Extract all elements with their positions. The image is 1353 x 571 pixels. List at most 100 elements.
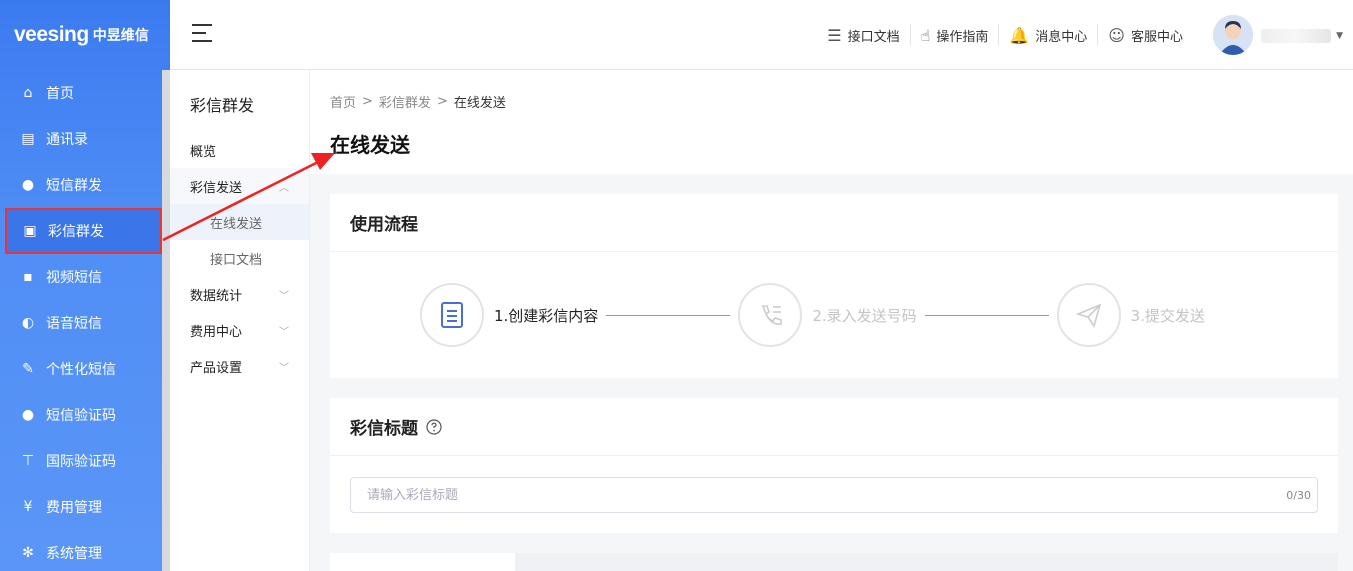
flow-card: 使用流程 1.创建彩信内容 2.录入发送号码 3.提交发送 (330, 194, 1338, 378)
sidebar-item-label: 彩信群发 (48, 224, 104, 240)
submenu-item-stats[interactable]: 数据统计 ﹀ (170, 276, 309, 312)
bell-icon: 🔔 (1009, 25, 1030, 45)
next-card (330, 553, 1338, 571)
next-card-tab[interactable] (330, 553, 515, 571)
flow-steps: 1.创建彩信内容 2.录入发送号码 3.提交发送 (330, 252, 1338, 378)
char-counter: 0/30 (1286, 488, 1311, 502)
submenu-item-settings[interactable]: 产品设置 ﹀ (170, 348, 309, 384)
submenu-item-overview[interactable]: 概览 (170, 132, 309, 168)
contacts-icon: ▤ (21, 131, 35, 147)
chevron-up-icon: ︿ (279, 182, 289, 194)
sidebar-item-label: 国际验证码 (46, 454, 116, 470)
header-link-service[interactable]: ☺ 客服中心 (1098, 24, 1193, 46)
menu-toggle-icon[interactable] (192, 24, 212, 42)
mms-title-input[interactable] (367, 487, 1287, 503)
sidebar-item-mms[interactable]: ▣ 彩信群发 (5, 208, 162, 254)
send-icon (1056, 283, 1121, 347)
step-submit-send: 3.提交发送 (1056, 283, 1205, 347)
service-icon: ☺ (1108, 25, 1125, 45)
username[interactable] (1261, 29, 1331, 43)
sidebar-scrollbar[interactable] (162, 70, 170, 571)
step-label: 3.提交发送 (1130, 306, 1205, 325)
personal-sms-icon: ✎ (22, 361, 34, 377)
submenu-item-label: 费用中心 (190, 324, 243, 340)
question-circle-icon[interactable] (426, 418, 442, 435)
sms-code-icon: ● (21, 407, 35, 423)
intl-code-icon: ⊤ (21, 453, 35, 469)
step-enter-numbers: 2.录入发送号码 (738, 283, 917, 347)
chevron-down-icon: ﹀ (279, 290, 289, 302)
header-link-guide-hand[interactable]: ☝ 操作指南 (911, 24, 1000, 46)
api-doc-icon: ☰ (827, 25, 842, 45)
header-link-bell[interactable]: 🔔 消息中心 (999, 24, 1099, 46)
step-label: 2.录入发送号码 (812, 306, 917, 325)
header-link-label: 接口文档 (847, 29, 900, 45)
header-link-api-doc[interactable]: ☰ 接口文档 (817, 24, 911, 46)
header-link-label: 消息中心 (1035, 29, 1088, 45)
step-connector (606, 314, 731, 316)
sidebar-item-label: 短信群发 (46, 178, 102, 194)
step-connector (924, 314, 1049, 316)
sidebar-item-home[interactable]: ⌂ 首页 (0, 70, 170, 116)
home-icon: ⌂ (23, 85, 33, 101)
mms-title-card: 彩信标题 0/30 (330, 398, 1338, 533)
mms-title-header: 彩信标题 (330, 398, 1338, 456)
logo[interactable]: veesing 中昱维信 (0, 0, 170, 70)
sms-icon: ● (21, 177, 35, 193)
document-icon (420, 283, 484, 347)
sidebar-item-sms-code[interactable]: ● 短信验证码 (0, 392, 170, 438)
breadcrumb-current: 在线发送 (453, 96, 506, 111)
sidebar-item-settings[interactable]: ✻ 系统管理 (0, 530, 170, 571)
settings-icon: ✻ (22, 545, 34, 561)
submenu-item-label: 彩信发送 (190, 180, 243, 196)
sidebar-item-label: 视频短信 (46, 270, 102, 286)
sidebar-item-voice-sms[interactable]: ◐ 语音短信 (0, 300, 170, 346)
main-content: 首页 > 彩信群发 > 在线发送 在线发送 使用流程 1.创建彩信内容 2.录入发… (310, 70, 1353, 571)
sidebar-item-label: 短信验证码 (46, 408, 116, 424)
page-header: 首页 > 彩信群发 > 在线发送 在线发送 (310, 70, 1353, 174)
submenu-item-fees[interactable]: 费用中心 ﹀ (170, 312, 309, 348)
guide-hand-icon: ☝ (920, 25, 931, 45)
billing-icon: ¥ (23, 499, 33, 515)
sidebar-item-intl-code[interactable]: ⊤ 国际验证码 (0, 438, 170, 484)
sidebar-item-label: 费用管理 (46, 500, 102, 516)
sidebar-item-label: 通讯录 (46, 132, 88, 148)
sidebar-item-video-sms[interactable]: ▪ 视频短信 (0, 254, 170, 300)
submenu-item-label: 数据统计 (190, 288, 243, 304)
chevron-down-icon[interactable]: ▼ (1336, 31, 1343, 41)
mms-title-field[interactable]: 0/30 (350, 477, 1318, 513)
sidebar-item-label: 语音短信 (46, 316, 102, 332)
mms-icon: ▣ (23, 223, 37, 239)
breadcrumb-section[interactable]: 彩信群发 (379, 92, 431, 111)
video-sms-icon: ▪ (23, 269, 33, 285)
mms-title-label: 彩信标题 (350, 419, 418, 439)
sidebar-item-personal-sms[interactable]: ✎ 个性化短信 (0, 346, 170, 392)
step-create-content: 1.创建彩信内容 (420, 283, 598, 347)
breadcrumb-separator: > (436, 94, 448, 109)
breadcrumb: 首页 > 彩信群发 > 在线发送 (330, 92, 1353, 111)
avatar[interactable] (1213, 15, 1253, 55)
submenu-item-send[interactable]: 彩信发送 ︿ (170, 168, 309, 204)
chevron-down-icon: ﹀ (279, 362, 289, 374)
sidebar-item-label: 个性化短信 (46, 362, 116, 378)
submenu-child-online-send[interactable]: 在线发送 (170, 204, 309, 240)
phone-icon (738, 283, 803, 347)
logo-cn-text: 中昱维信 (92, 28, 149, 44)
flow-title: 使用流程 (330, 194, 1338, 252)
main-sidebar: veesing 中昱维信 ⌂ 首页 ▤ 通讯录 ● 短信群发 ▣ 彩信群发 ▪ 视频短信 ◐ 语音短信… (0, 0, 170, 571)
breadcrumb-home[interactable]: 首页 (330, 92, 356, 111)
sidebar-item-contacts[interactable]: ▤ 通讯录 (0, 116, 170, 162)
logo-text: veesing (14, 23, 89, 46)
secondary-menu: 彩信群发 概览 彩信发送 ︿ 在线发送 接口文档 数据统计 ﹀ 费用中心 ﹀ 产… (170, 70, 310, 571)
sidebar-item-billing[interactable]: ¥ 费用管理 (0, 484, 170, 530)
top-header: ☰ 接口文档 ☝ 操作指南 🔔 消息中心 ☺ 客服中心 ▼ (170, 0, 1353, 70)
header-link-label: 操作指南 (936, 29, 989, 45)
submenu-child-api-doc[interactable]: 接口文档 (170, 240, 309, 276)
voice-sms-icon: ◐ (21, 315, 35, 331)
submenu-title: 彩信群发 (190, 96, 255, 115)
sidebar-nav: ⌂ 首页 ▤ 通讯录 ● 短信群发 ▣ 彩信群发 ▪ 视频短信 ◐ 语音短信 ✎ 个性化短信 ● 短信验证码 ⊤… (0, 70, 170, 571)
sidebar-item-label: 系统管理 (46, 546, 102, 562)
chevron-down-icon: ﹀ (279, 326, 289, 338)
sidebar-item-sms[interactable]: ● 短信群发 (0, 162, 170, 208)
page-title: 在线发送 (330, 133, 410, 157)
